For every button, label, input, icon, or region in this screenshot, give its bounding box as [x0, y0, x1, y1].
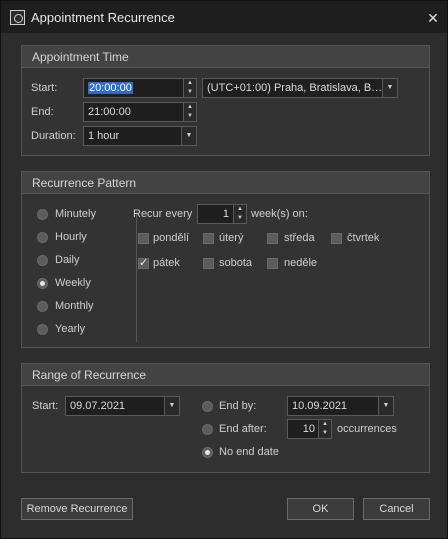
recurrence-pattern-header: Recurrence Pattern [22, 172, 429, 194]
recurrence-pattern-group: Recurrence Pattern Minutely Hourly Daily… [21, 171, 430, 348]
radio-end-after[interactable] [202, 424, 213, 435]
ok-button[interactable]: OK [287, 498, 354, 520]
start-time-spinner[interactable]: ▲ ▼ [183, 79, 196, 97]
day-utery-label[interactable]: úterý [219, 232, 243, 244]
range-start-value: 09.07.2021 [70, 400, 126, 412]
spin-down-icon[interactable]: ▼ [184, 88, 196, 97]
no-end-date-label[interactable]: No end date [219, 446, 279, 458]
pattern-divider [136, 212, 137, 342]
option-yearly-label[interactable]: Yearly [55, 323, 85, 335]
chevron-down-icon[interactable]: ▼ [181, 127, 196, 145]
appointment-time-header: Appointment Time [22, 46, 429, 68]
range-header: Range of Recurrence [22, 364, 429, 386]
chevron-down-icon[interactable]: ▼ [382, 79, 397, 97]
chevron-down-icon[interactable]: ▼ [378, 397, 393, 415]
option-minutely-label[interactable]: Minutely [55, 208, 96, 220]
checkbox-patek[interactable]: ✓ [138, 258, 149, 269]
option-hourly-label[interactable]: Hourly [55, 231, 87, 243]
radio-weekly[interactable] [37, 278, 48, 289]
chevron-down-icon[interactable]: ▼ [164, 397, 179, 415]
end-after-label[interactable]: End after: [219, 423, 267, 435]
remove-recurrence-button[interactable]: Remove Recurrence [21, 498, 133, 520]
spin-down-icon[interactable]: ▼ [319, 429, 331, 438]
end-time-spinner[interactable]: ▲ ▼ [183, 103, 196, 121]
option-weekly-label[interactable]: Weekly [55, 277, 91, 289]
checkbox-ctvrtek[interactable] [331, 233, 342, 244]
checkbox-nedele[interactable] [267, 258, 278, 269]
checkmark-icon: ✓ [139, 257, 149, 269]
radio-monthly[interactable] [37, 301, 48, 312]
start-time-value: 20:00:00 [88, 82, 133, 94]
end-after-value: 10 [302, 423, 315, 435]
recur-every-input[interactable]: 1 ▲ ▼ [197, 204, 247, 224]
option-monthly-label[interactable]: Monthly [55, 300, 94, 312]
end-time-input[interactable]: 21:00:00 ▲ ▼ [83, 102, 197, 122]
day-pondeli-label[interactable]: pondělí [153, 232, 189, 244]
day-sobota-label[interactable]: sobota [219, 257, 252, 269]
radio-hourly[interactable] [37, 232, 48, 243]
radio-minutely[interactable] [37, 209, 48, 220]
duration-label: Duration: [31, 130, 76, 142]
day-ctvrtek-label[interactable]: čtvrtek [347, 232, 379, 244]
calendar-icon [10, 10, 25, 25]
spin-up-icon[interactable]: ▲ [234, 205, 246, 214]
title-bar: Appointment Recurrence ✕ [1, 1, 447, 33]
day-patek-label[interactable]: pátek [153, 257, 180, 269]
checkbox-streda[interactable] [267, 233, 278, 244]
end-by-select[interactable]: 10.09.2021 ▼ [287, 396, 394, 416]
spin-down-icon[interactable]: ▼ [184, 112, 196, 121]
spin-down-icon[interactable]: ▼ [234, 214, 246, 223]
range-of-recurrence-group: Range of Recurrence Start: 09.07.2021 ▼ … [21, 363, 430, 473]
spin-up-icon[interactable]: ▲ [319, 420, 331, 429]
checkbox-pondeli[interactable] [138, 233, 149, 244]
spin-up-icon[interactable]: ▲ [184, 103, 196, 112]
radio-daily[interactable] [37, 255, 48, 266]
spin-up-icon[interactable]: ▲ [184, 79, 196, 88]
occurrences-label: occurrences [337, 423, 397, 435]
checkbox-sobota[interactable] [203, 258, 214, 269]
duration-value: 1 hour [88, 130, 120, 142]
timezone-select[interactable]: (UTC+01:00) Praha, Bratislava, B… ▼ [202, 78, 398, 98]
day-nedele-label[interactable]: neděle [284, 257, 317, 269]
end-time-value: 21:00:00 [88, 106, 131, 118]
range-start-label: Start: [32, 400, 59, 412]
recur-every-spinner[interactable]: ▲ ▼ [233, 205, 246, 223]
close-icon[interactable]: ✕ [425, 10, 441, 26]
timezone-value: (UTC+01:00) Praha, Bratislava, B… [207, 82, 383, 94]
option-daily-label[interactable]: Daily [55, 254, 79, 266]
cancel-button[interactable]: Cancel [363, 498, 430, 520]
appointment-recurrence-dialog: Appointment Recurrence ✕ Appointment Tim… [0, 0, 448, 539]
checkbox-utery[interactable] [203, 233, 214, 244]
end-by-label[interactable]: End by: [219, 400, 256, 412]
end-after-input[interactable]: 10 ▲ ▼ [287, 419, 332, 439]
recur-every-label: Recur every [133, 208, 193, 220]
radio-end-by[interactable] [202, 401, 213, 412]
day-streda-label[interactable]: středa [284, 232, 315, 244]
window-title: Appointment Recurrence [31, 10, 175, 25]
appointment-time-group: Appointment Time Start: 20:00:00 ▲ ▼ (UTC… [21, 45, 430, 156]
start-time-input[interactable]: 20:00:00 ▲ ▼ [83, 78, 197, 98]
range-start-select[interactable]: 09.07.2021 ▼ [65, 396, 180, 416]
weeks-on-label: week(s) on: [251, 208, 308, 220]
radio-yearly[interactable] [37, 324, 48, 335]
end-by-value: 10.09.2021 [292, 400, 348, 412]
start-time-label: Start: [31, 82, 58, 94]
end-time-label: End: [31, 106, 54, 118]
end-after-spinner[interactable]: ▲ ▼ [318, 420, 331, 438]
radio-no-end-date[interactable] [202, 447, 213, 458]
recur-every-value: 1 [222, 208, 229, 220]
duration-select[interactable]: 1 hour ▼ [83, 126, 197, 146]
